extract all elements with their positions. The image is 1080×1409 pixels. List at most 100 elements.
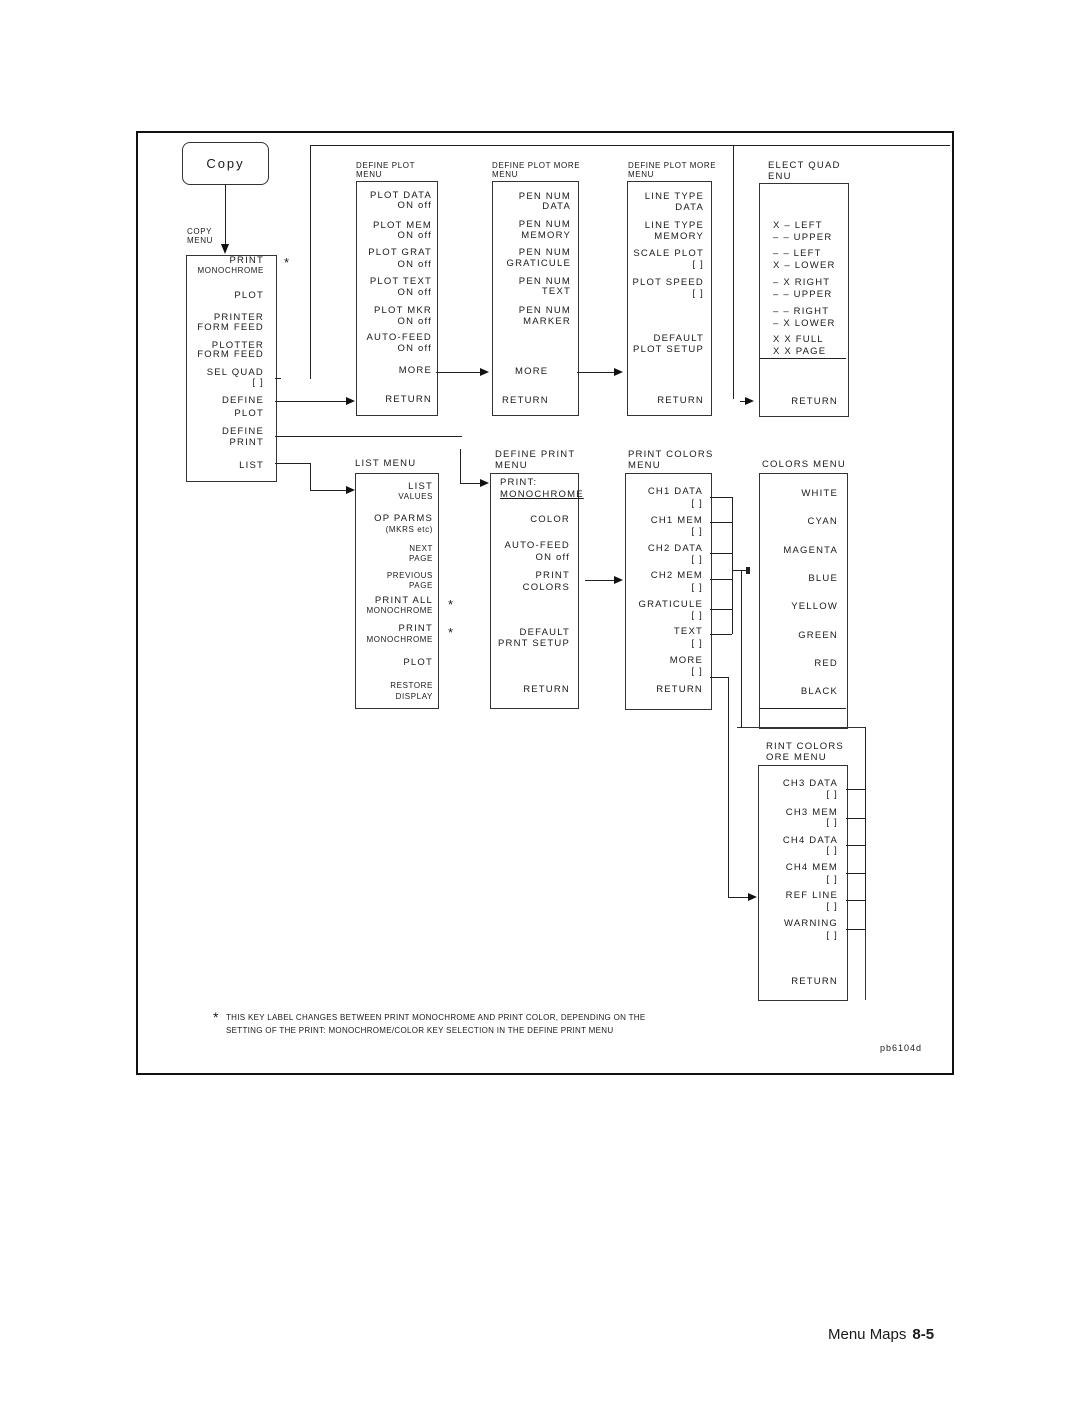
select-quad-softkey-4[interactable]: X X FULL <box>773 335 824 345</box>
select-quad-softkey-5[interactable]: RETURN <box>791 397 838 407</box>
list-softkey-4[interactable]: MONOCHROME <box>367 606 433 616</box>
select-quad-softkey-3[interactable]: – – RIGHT <box>773 307 829 317</box>
list-softkey-3[interactable]: PAGE <box>409 581 433 591</box>
define-print-softkey-3[interactable]: PRINT <box>536 571 571 581</box>
copy-softkey-4[interactable]: [ ] <box>252 378 264 388</box>
define-plot-more-1-softkey-5[interactable]: MORE <box>515 367 548 377</box>
define-plot-more-1-softkey-1[interactable]: PEN NUM <box>519 220 571 230</box>
copy-softkey-2[interactable]: FORM FEED <box>197 323 264 333</box>
print-colors-softkey-4[interactable]: GRATICULE <box>639 600 703 610</box>
list-softkey-1[interactable]: OP PARMS <box>374 514 433 524</box>
define-print-softkey-1[interactable]: COLOR <box>530 515 570 525</box>
copy-key[interactable]: Copy <box>182 142 269 185</box>
define-plot-more-1-softkey-0[interactable]: DATA <box>542 202 571 212</box>
define-plot-more-2-softkey-3[interactable]: PLOT SPEED <box>633 278 705 288</box>
define-plot-softkey-5[interactable]: AUTO-FEED <box>366 333 432 343</box>
print-colors-softkey-3[interactable]: [ ] <box>691 583 703 593</box>
define-plot-softkey-4[interactable]: PLOT MKR <box>374 306 432 316</box>
define-plot-softkey-4[interactable]: ON off <box>398 317 432 327</box>
print-colors-softkey-3[interactable]: CH2 MEM <box>651 571 703 581</box>
copy-softkey-3[interactable]: FORM FEED <box>197 350 264 360</box>
define-plot-more-1-softkey-4[interactable]: PEN NUM <box>519 306 571 316</box>
select-quad-softkey-2[interactable]: – X RIGHT <box>773 278 830 288</box>
print-colors-softkey-7[interactable]: RETURN <box>656 685 703 695</box>
print-colors-softkey-1[interactable]: CH1 MEM <box>651 516 703 526</box>
define-print-softkey-3[interactable]: COLORS <box>523 583 570 593</box>
define-plot-softkey-3[interactable]: ON off <box>398 288 432 298</box>
copy-softkey-7[interactable]: LIST <box>239 461 264 471</box>
copy-softkey-6[interactable]: DEFINE <box>222 427 264 437</box>
colors-softkey-5[interactable]: GREEN <box>798 631 838 641</box>
define-plot-more-2-softkey-5[interactable]: RETURN <box>657 396 704 406</box>
copy-softkey-5[interactable]: PLOT <box>234 409 264 419</box>
colors-softkey-1[interactable]: CYAN <box>808 517 839 527</box>
define-plot-softkey-2[interactable]: ON off <box>398 260 432 270</box>
select-quad-softkey-1[interactable]: X – LOWER <box>773 261 836 271</box>
define-plot-more-2-softkey-0[interactable]: DATA <box>675 203 704 213</box>
define-plot-more-2-softkey-4[interactable]: DEFAULT <box>654 334 704 344</box>
list-softkey-6[interactable]: PLOT <box>403 658 433 668</box>
colors-softkey-3[interactable]: BLUE <box>808 574 838 584</box>
define-print-softkey-2[interactable]: AUTO-FEED <box>504 541 570 551</box>
define-plot-more-1-softkey-6[interactable]: RETURN <box>502 396 549 406</box>
select-quad-softkey-0[interactable]: X – LEFT <box>773 221 823 231</box>
print-colors-softkey-6[interactable]: MORE <box>670 656 703 666</box>
select-quad-softkey-1[interactable]: – – LEFT <box>773 249 822 259</box>
define-plot-softkey-2[interactable]: PLOT GRAT <box>368 248 432 258</box>
define-plot-more-2-softkey-1[interactable]: LINE TYPE <box>645 221 704 231</box>
define-print-softkey-0[interactable]: PRINT: <box>500 478 537 488</box>
print-colors-softkey-5[interactable]: [ ] <box>691 639 703 649</box>
copy-softkey-0[interactable]: PRINT <box>230 256 265 266</box>
define-plot-more-1-softkey-2[interactable]: GRATICULE <box>507 259 571 269</box>
list-softkey-7[interactable]: DISPLAY <box>396 692 433 702</box>
select-quad-softkey-4[interactable]: X X PAGE <box>773 347 826 357</box>
colors-softkey-4[interactable]: YELLOW <box>791 602 838 612</box>
print-colors-softkey-1[interactable]: [ ] <box>691 527 703 537</box>
define-print-softkey-0[interactable]: MONOCHROME <box>500 490 584 500</box>
list-softkey-3[interactable]: PREVIOUS <box>387 571 433 581</box>
print-colors-softkey-6[interactable]: [ ] <box>691 667 703 677</box>
copy-softkey-6[interactable]: PRINT <box>230 438 265 448</box>
print-colors-softkey-0[interactable]: CH1 DATA <box>648 487 703 497</box>
list-softkey-7[interactable]: RESTORE <box>390 681 433 691</box>
define-plot-softkey-1[interactable]: ON off <box>398 231 432 241</box>
define-plot-more-2-softkey-4[interactable]: PLOT SETUP <box>633 345 704 355</box>
list-softkey-2[interactable]: NEXT <box>409 544 433 554</box>
define-plot-softkey-6[interactable]: MORE <box>399 366 432 376</box>
define-plot-more-2-softkey-0[interactable]: LINE TYPE <box>645 192 704 202</box>
list-softkey-2[interactable]: PAGE <box>409 554 433 564</box>
define-plot-more-1-softkey-4[interactable]: MARKER <box>523 317 571 327</box>
print-colors-softkey-0[interactable]: [ ] <box>691 499 703 509</box>
define-plot-more-2-softkey-2[interactable]: SCALE PLOT <box>633 249 704 259</box>
print-colors-softkey-4[interactable]: [ ] <box>691 611 703 621</box>
list-softkey-0[interactable]: LIST <box>408 482 433 492</box>
list-softkey-0[interactable]: VALUES <box>398 492 433 502</box>
define-plot-more-2-softkey-1[interactable]: MEMORY <box>654 232 704 242</box>
define-print-softkey-2[interactable]: ON off <box>536 553 570 563</box>
define-plot-more-1-softkey-2[interactable]: PEN NUM <box>519 248 571 258</box>
colors-softkey-0[interactable]: WHITE <box>801 489 838 499</box>
select-quad-softkey-3[interactable]: – X LOWER <box>773 319 836 329</box>
copy-softkey-0[interactable]: MONOCHROME <box>198 266 264 276</box>
define-plot-more-2-softkey-3[interactable]: [ ] <box>692 289 704 299</box>
define-plot-softkey-0[interactable]: ON off <box>398 201 432 211</box>
list-softkey-5[interactable]: PRINT <box>399 624 434 634</box>
list-softkey-1[interactable]: (MKRS etc) <box>386 525 433 535</box>
select-quad-softkey-2[interactable]: – – UPPER <box>773 290 832 300</box>
define-print-softkey-4[interactable]: DEFAULT <box>520 628 570 638</box>
print-colors-softkey-2[interactable]: [ ] <box>691 555 703 565</box>
define-plot-more-1-softkey-3[interactable]: TEXT <box>542 287 571 297</box>
colors-softkey-2[interactable]: MAGENTA <box>783 546 838 556</box>
define-plot-more-1-softkey-1[interactable]: MEMORY <box>521 231 571 241</box>
define-plot-softkey-5[interactable]: ON off <box>398 344 432 354</box>
print-colors-softkey-5[interactable]: TEXT <box>674 627 703 637</box>
copy-softkey-1[interactable]: PLOT <box>234 291 264 301</box>
colors-softkey-6[interactable]: RED <box>814 659 838 669</box>
define-print-softkey-4[interactable]: PRNT SETUP <box>498 639 570 649</box>
list-softkey-5[interactable]: MONOCHROME <box>367 635 433 645</box>
define-plot-more-2-softkey-2[interactable]: [ ] <box>692 260 704 270</box>
list-softkey-4[interactable]: PRINT ALL <box>375 596 433 606</box>
colors-softkey-7[interactable]: BLACK <box>801 687 838 697</box>
define-plot-softkey-7[interactable]: RETURN <box>385 395 432 405</box>
define-print-softkey-5[interactable]: RETURN <box>523 685 570 695</box>
